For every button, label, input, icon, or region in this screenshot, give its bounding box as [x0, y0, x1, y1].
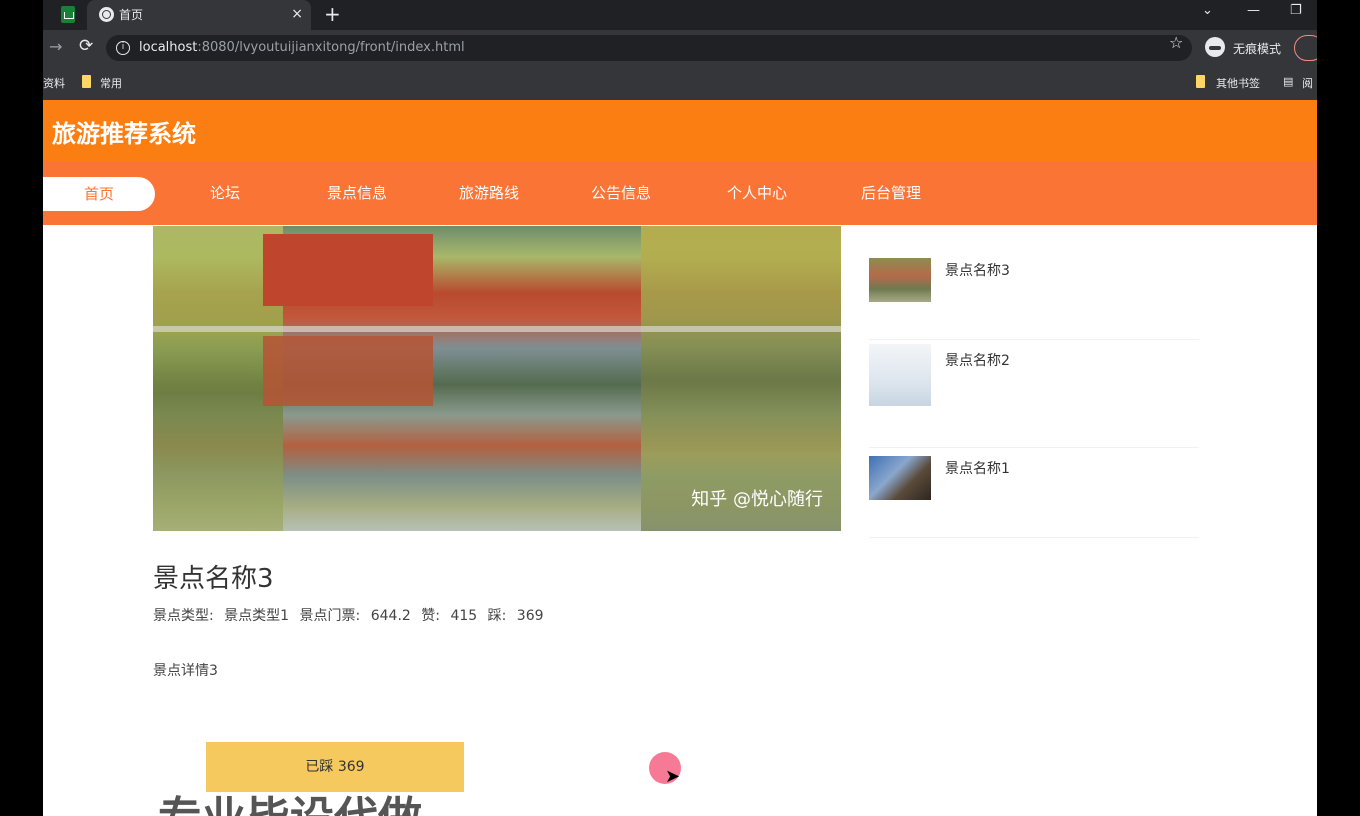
- browser-toolbar: → ⟳ i localhost:8080/lvyoutuijianxitong/…: [43, 30, 1324, 66]
- letterbox-left: [0, 0, 43, 816]
- screen: 首页 × + ⌄ — ❐ → ⟳ i localhost:8080/lvyout…: [0, 0, 1360, 816]
- reload-icon[interactable]: ⟳: [79, 36, 93, 56]
- nav-home[interactable]: 首页: [43, 177, 155, 211]
- nav-notices[interactable]: 公告信息: [577, 161, 665, 225]
- attraction-hero-image: 知乎 @悦心随行: [153, 226, 841, 531]
- bookmark-reading[interactable]: 阅: [1302, 75, 1313, 91]
- bookmark-common[interactable]: 常用: [100, 75, 122, 91]
- type-value: 景点类型1: [224, 608, 290, 624]
- minimize-button[interactable]: —: [1247, 3, 1260, 18]
- restore-button[interactable]: ❐: [1290, 3, 1302, 18]
- sidebar-item-name[interactable]: 景点名称1: [945, 458, 1010, 478]
- tab-title: 首页: [119, 8, 144, 22]
- site-header: 旅游推荐系统: [43, 100, 1317, 161]
- url-text[interactable]: localhost:8080/lvyoutuijianxitong/front/…: [139, 40, 465, 55]
- sheets-icon[interactable]: [61, 6, 75, 23]
- thumbnail-image[interactable]: [869, 456, 931, 500]
- site-title: 旅游推荐系统: [52, 120, 196, 148]
- address-bar[interactable]: i localhost:8080/lvyoutuijianxitong/fron…: [106, 35, 1192, 61]
- nav-profile[interactable]: 个人中心: [713, 161, 801, 225]
- dislike-label: 踩:: [487, 608, 507, 624]
- nav-forum[interactable]: 论坛: [185, 161, 265, 225]
- like-value: 415: [450, 608, 478, 624]
- sidebar-item[interactable]: 景点名称1: [869, 448, 1199, 538]
- ticket-value: 644.2: [370, 608, 411, 624]
- ticket-label: 景点门票:: [299, 608, 361, 624]
- globe-icon: [99, 7, 114, 22]
- folder-icon: [82, 75, 91, 88]
- nav-attractions[interactable]: 景点信息: [313, 161, 401, 225]
- thumbnail-image[interactable]: [869, 258, 931, 302]
- letterbox-right: [1317, 0, 1360, 816]
- bookmark-partial[interactable]: 资料: [43, 75, 65, 91]
- disliked-button[interactable]: 已踩 369: [206, 742, 464, 792]
- sidebar-item[interactable]: 景点名称2: [869, 340, 1199, 448]
- incognito-icon[interactable]: [1205, 37, 1225, 57]
- tab-home[interactable]: 首页 ×: [87, 0, 311, 30]
- website: 旅游推荐系统 首页 论坛 景点信息 旅游路线 公告信息 个人中心 后台管理 知乎…: [43, 100, 1317, 816]
- bookmark-other[interactable]: 其他书签: [1216, 75, 1260, 91]
- sidebar-item-name[interactable]: 景点名称3: [945, 260, 1010, 280]
- tab-close-icon[interactable]: ×: [291, 5, 303, 23]
- tab-strip: 首页 × + ⌄ — ❐: [43, 0, 1317, 30]
- nav-admin[interactable]: 后台管理: [847, 161, 935, 225]
- reading-list-icon[interactable]: ▤: [1283, 75, 1293, 88]
- thumbnail-image[interactable]: [869, 344, 931, 406]
- attraction-meta: 景点类型: 景点类型1 景点门票: 644.2 赞: 415 踩: 369: [153, 605, 550, 625]
- info-icon[interactable]: i: [116, 41, 130, 55]
- type-label: 景点类型:: [153, 608, 214, 624]
- cursor-icon: ➤: [665, 766, 681, 787]
- attraction-description: 景点详情3: [153, 663, 218, 679]
- bookmarks-bar: 资料 常用 其他书签 ▤ 阅: [43, 66, 1317, 100]
- sidebar-item[interactable]: 景点名称3: [869, 250, 1199, 340]
- image-watermark: 知乎 @悦心随行: [691, 489, 823, 510]
- recommend-sidebar: 景点名称3 景点名称2 景点名称1: [869, 250, 1199, 538]
- site-nav: 首页 论坛 景点信息 旅游路线 公告信息 个人中心 后台管理: [43, 161, 1317, 225]
- dislike-value: 369: [516, 608, 544, 624]
- tab-search-icon[interactable]: ⌄: [1202, 3, 1213, 18]
- nav-routes[interactable]: 旅游路线: [445, 161, 533, 225]
- forward-icon[interactable]: →: [49, 37, 62, 56]
- folder-icon: [1196, 75, 1205, 88]
- attraction-name: 景点名称3: [153, 564, 274, 594]
- waterline: [153, 326, 841, 332]
- new-tab-button[interactable]: +: [324, 2, 341, 26]
- red-building: [263, 234, 433, 306]
- bookmark-star-icon[interactable]: ☆: [1169, 33, 1183, 52]
- sidebar-item-name[interactable]: 景点名称2: [945, 350, 1010, 370]
- building-reflection: [263, 336, 433, 406]
- like-label: 赞:: [421, 608, 440, 624]
- incognito-label[interactable]: 无痕模式: [1233, 40, 1281, 57]
- browser-chrome: 首页 × + ⌄ — ❐ → ⟳ i localhost:8080/lvyout…: [43, 0, 1324, 100]
